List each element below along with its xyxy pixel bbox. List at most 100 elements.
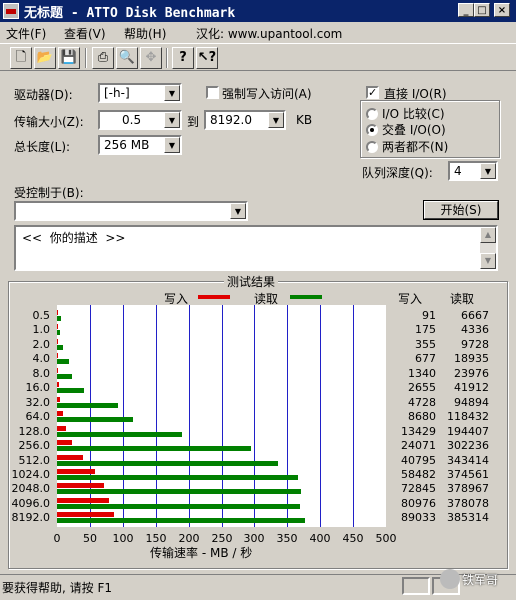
write-value: 40795 <box>401 454 436 467</box>
menu-file[interactable]: 文件(F) <box>6 25 46 42</box>
description-field[interactable]: << 你的描述 >> ▲ ▼ <box>14 225 498 271</box>
write-value: 8680 <box>408 410 436 423</box>
read-bar <box>57 403 118 408</box>
chevron-down-icon[interactable]: ▼ <box>230 203 246 219</box>
direct-io-checkbox[interactable]: ✓ <box>366 86 379 99</box>
x-tick-label: 100 <box>112 532 134 545</box>
write-value: 80976 <box>401 497 436 510</box>
description-scrollbar[interactable]: ▲ ▼ <box>480 227 496 269</box>
transfer-to-select[interactable]: 8192.0 ▼ <box>204 110 286 130</box>
read-bar <box>57 330 60 335</box>
read-bar <box>57 461 278 466</box>
controlled-by-label: 受控制于(B): <box>14 186 84 200</box>
read-value: 343414 <box>447 454 489 467</box>
drive-select[interactable]: [-h-] ▼ <box>98 83 182 103</box>
minimize-button[interactable]: _ <box>458 3 474 17</box>
write-bar <box>57 324 58 329</box>
total-length-label: 总长度(L): <box>14 140 71 154</box>
read-bar <box>57 475 298 480</box>
status-text: 要获得帮助, 请按 F1 <box>2 581 112 595</box>
print-preview-icon[interactable]: 🔍 <box>116 47 138 69</box>
open-icon[interactable]: 📂 <box>34 47 56 69</box>
move-icon[interactable]: ✥ <box>140 47 162 69</box>
chevron-down-icon[interactable]: ▼ <box>164 137 180 153</box>
close-button[interactable]: × <box>494 3 510 17</box>
x-axis-label: 传输速率 - MB / 秒 <box>150 546 253 560</box>
write-bar <box>57 339 58 344</box>
io-compare-radio[interactable] <box>366 108 378 120</box>
status-bar: 要获得帮助, 请按 F1 铁军哥 <box>0 569 516 600</box>
read-bar <box>57 374 72 379</box>
title-bar: 无标题 - ATTO Disk Benchmark _ □ × <box>0 0 516 22</box>
y-tick-label: 128.0 <box>18 425 51 438</box>
x-tick-label: 400 <box>309 532 331 545</box>
read-value: 385314 <box>447 511 489 524</box>
neither-label: 两者都不(N) <box>382 140 449 154</box>
legend-write-swatch <box>198 295 230 299</box>
legend-read-swatch <box>290 295 322 299</box>
menu-help[interactable]: 帮助(H) <box>124 25 166 42</box>
menu-localization[interactable]: 汉化: www.upantool.com <box>196 25 342 42</box>
write-bar <box>57 353 58 358</box>
total-length-select[interactable]: 256 MB ▼ <box>98 135 182 155</box>
write-value: 2655 <box>408 381 436 394</box>
maximize-button[interactable]: □ <box>474 3 490 17</box>
write-value: 175 <box>415 323 436 336</box>
toolbar: 🗋 📂 💾 ⎙ 🔍 ✥ ? ↖? <box>0 43 516 71</box>
description-text: << 你的描述 >> <box>22 231 126 245</box>
transfer-from-value: 0.5 <box>122 113 142 127</box>
column-header-write: 写入 <box>398 292 423 306</box>
chevron-down-icon[interactable]: ▼ <box>164 85 180 101</box>
context-help-icon[interactable]: ↖? <box>196 47 218 69</box>
y-tick-label: 1.0 <box>32 323 51 336</box>
y-tick-label: 256.0 <box>18 439 51 452</box>
to-label: 到 <box>187 115 200 129</box>
read-value: 302236 <box>447 439 489 452</box>
help-icon[interactable]: ? <box>172 47 194 69</box>
scroll-up-icon[interactable]: ▲ <box>480 227 496 243</box>
print-icon[interactable]: ⎙ <box>92 47 114 69</box>
overlap-io-radio[interactable] <box>366 124 378 136</box>
write-value: 4728 <box>408 396 436 409</box>
save-icon[interactable]: 💾 <box>58 47 80 69</box>
start-button-label: 开始(S) <box>440 203 482 217</box>
overlap-io-label: 交叠 I/O(O) <box>382 123 446 137</box>
transfer-size-label: 传输大小(Z): <box>14 115 84 129</box>
force-write-checkbox[interactable] <box>206 86 219 99</box>
read-value: 18935 <box>454 352 489 365</box>
read-value: 94894 <box>454 396 489 409</box>
write-value: 1340 <box>408 367 436 380</box>
neither-radio[interactable] <box>366 141 378 153</box>
scroll-down-icon[interactable]: ▼ <box>480 253 496 269</box>
read-value: 4336 <box>461 323 489 336</box>
write-bar <box>57 440 72 445</box>
y-tick-label: 4096.0 <box>11 497 51 510</box>
write-bar <box>57 498 109 503</box>
read-bar <box>57 432 182 437</box>
read-bar <box>57 359 69 364</box>
y-tick-label: 0.5 <box>32 309 51 322</box>
y-tick-label: 4.0 <box>32 352 51 365</box>
read-value: 9728 <box>461 338 489 351</box>
write-value: 58482 <box>401 468 436 481</box>
start-button[interactable]: 开始(S) <box>424 201 498 219</box>
io-compare-label: I/O 比较(C) <box>382 107 445 121</box>
unit-label: KB <box>296 113 313 127</box>
read-bar <box>57 446 251 451</box>
chevron-down-icon[interactable]: ▼ <box>164 112 180 128</box>
write-bar <box>57 411 63 416</box>
write-bar <box>57 483 104 488</box>
chevron-down-icon[interactable]: ▼ <box>268 112 284 128</box>
read-value: 23976 <box>454 367 489 380</box>
new-icon[interactable]: 🗋 <box>10 47 32 69</box>
chevron-down-icon[interactable]: ▼ <box>480 163 496 179</box>
queue-depth-select[interactable]: 4 ▼ <box>448 161 498 181</box>
controlled-by-select[interactable]: ▼ <box>14 201 248 221</box>
menu-bar: 文件(F) 查看(V) 帮助(H) 汉化: www.upantool.com <box>0 22 516 42</box>
y-tick-label: 32.0 <box>25 396 51 409</box>
queue-depth-value: 4 <box>454 164 462 178</box>
transfer-from-select[interactable]: 0.5 ▼ <box>98 110 182 130</box>
watermark-text: 铁军哥 <box>462 573 499 587</box>
read-bar <box>57 345 63 350</box>
menu-view[interactable]: 查看(V) <box>64 25 106 42</box>
